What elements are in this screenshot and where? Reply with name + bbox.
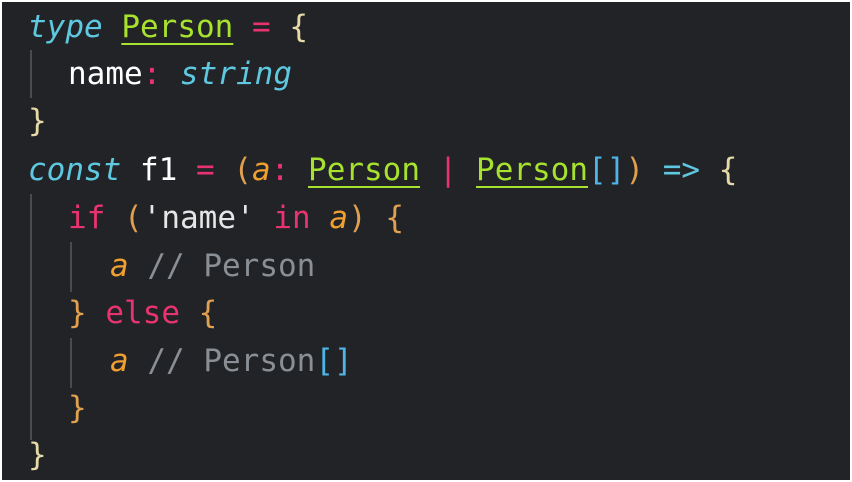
code-line-8[interactable]: a // Person[]: [110, 338, 353, 385]
code-line-10[interactable]: }: [28, 432, 47, 479]
type-person-array: Person: [476, 152, 589, 188]
type-name-person: Person: [121, 9, 234, 45]
equals-operator: =: [196, 152, 215, 188]
code-line-6[interactable]: a // Person: [110, 243, 315, 290]
arrow-operator: =>: [662, 152, 701, 188]
close-brace: }: [68, 390, 87, 426]
code-editor[interactable]: type Person = { name: string } const f1 …: [0, 0, 852, 482]
close-brace: }: [28, 437, 47, 473]
open-brace: {: [198, 295, 218, 331]
code-line-9[interactable]: }: [68, 385, 87, 432]
equals-operator: =: [251, 9, 271, 45]
type-person: Person: [308, 152, 421, 188]
code-line-2[interactable]: name: string: [68, 51, 292, 98]
colon: :: [142, 56, 162, 92]
pipe-operator: |: [438, 152, 458, 188]
comment: // Person: [147, 248, 316, 284]
indent-guide: [30, 50, 32, 98]
code-line-4[interactable]: const f1 = (a: Person | Person[]) => {: [28, 147, 737, 194]
open-brace: {: [385, 200, 405, 236]
close-brace: }: [28, 103, 47, 139]
code-line-1[interactable]: type Person = {: [28, 4, 308, 51]
indent-guide: [70, 338, 72, 388]
comment: // Person: [147, 343, 316, 379]
array-brackets: []: [588, 152, 626, 188]
code-line-7[interactable]: } else {: [68, 290, 217, 337]
open-paren: (: [233, 152, 253, 188]
indent-guide: [30, 194, 32, 440]
open-paren: (: [124, 200, 143, 236]
string-literal: 'name': [142, 200, 255, 236]
array-brackets: []: [315, 343, 353, 379]
close-brace: }: [68, 295, 87, 331]
param-a: a: [110, 248, 129, 284]
keyword-const: const: [28, 152, 122, 188]
code-line-3[interactable]: }: [28, 98, 47, 145]
keyword-type: type: [28, 9, 103, 45]
close-paren: ): [625, 152, 645, 188]
param-a: a: [252, 152, 271, 188]
open-brace: {: [289, 9, 308, 45]
param-a: a: [110, 343, 129, 379]
open-brace: {: [718, 152, 738, 188]
indent-guide: [70, 242, 72, 292]
code-line-5[interactable]: if ('name' in a) {: [68, 195, 404, 242]
type-string: string: [180, 56, 292, 92]
keyword-else: else: [105, 295, 180, 331]
colon: :: [270, 152, 290, 188]
property-name: name: [68, 56, 143, 92]
keyword-in: in: [273, 200, 311, 236]
close-paren: ): [348, 200, 367, 236]
function-name: f1: [140, 152, 178, 188]
param-a: a: [329, 200, 348, 236]
keyword-if: if: [68, 200, 106, 236]
